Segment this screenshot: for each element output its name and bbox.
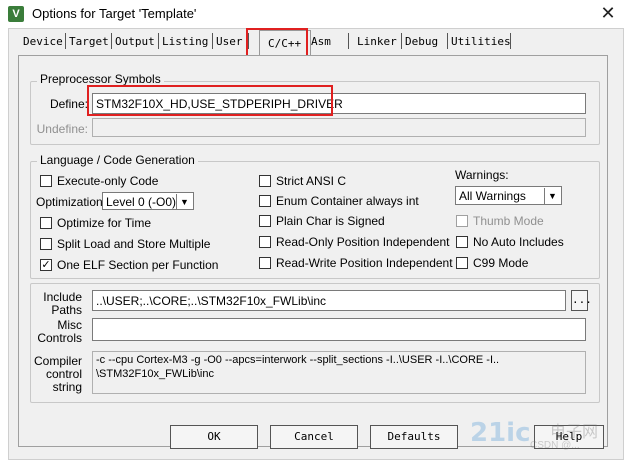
tab-target[interactable]: Target	[69, 35, 109, 48]
no-auto-includes-checkbox[interactable]	[456, 236, 468, 248]
split-load-label: Split Load and Store Multiple	[57, 237, 211, 251]
warnings-select[interactable]: All Warnings ▼	[455, 186, 562, 205]
keil-uvision-icon: V	[8, 6, 24, 22]
enum-container-label: Enum Container always int	[276, 194, 419, 208]
rw-pi-checkbox[interactable]	[259, 257, 271, 269]
tab-device[interactable]: Device	[23, 35, 63, 48]
watermark-text-1: 电子网	[550, 424, 599, 441]
window-title: Options for Target 'Template'	[32, 6, 197, 21]
checkmark-icon: ✓	[41, 259, 51, 271]
strict-ansi-checkbox[interactable]	[259, 175, 271, 187]
preprocessor-legend: Preprocessor Symbols	[37, 72, 164, 86]
plain-char-label: Plain Char is Signed	[276, 214, 385, 228]
language-legend: Language / Code Generation	[37, 153, 198, 167]
misc-label-line-1: Misc	[57, 318, 82, 332]
optimization-select[interactable]: Level 0 (-O0) ▼	[102, 192, 194, 210]
misc-label-line-2: Controls	[37, 331, 82, 345]
watermark-logo: 21ic	[470, 418, 531, 448]
c99-mode-label: C99 Mode	[473, 256, 529, 270]
misc-controls-input[interactable]	[92, 318, 586, 341]
plain-char-checkbox[interactable]	[259, 215, 271, 227]
split-load-checkbox[interactable]	[40, 238, 52, 250]
compiler-string-line-1: -c --cpu Cortex-M3 -g -O0 --apcs=interwo…	[96, 354, 500, 366]
thumb-mode-checkbox	[456, 215, 468, 227]
optimize-time-label: Optimize for Time	[57, 216, 152, 230]
cancel-button[interactable]: Cancel	[270, 425, 358, 449]
include-paths-value: ..\USER;..\CORE;..\STM32F10x_FWLib\inc	[96, 294, 327, 308]
tab-user[interactable]: User	[216, 35, 243, 48]
strict-ansi-label: Strict ANSI C	[276, 174, 347, 188]
chevron-down-icon: ▼	[544, 188, 560, 204]
define-highlight-box	[87, 85, 333, 116]
optimization-label: Optimization:	[36, 195, 107, 209]
no-auto-includes-label: No Auto Includes	[473, 235, 564, 249]
tab-listing[interactable]: Listing	[162, 35, 208, 48]
watermark-text-2: CSDN @...	[530, 440, 580, 451]
one-elf-label: One ELF Section per Function	[57, 258, 219, 272]
tab-linker[interactable]: Linker	[357, 35, 397, 48]
c99-mode-checkbox[interactable]	[456, 257, 468, 269]
undefine-label: Undefine:	[36, 122, 88, 136]
defaults-button[interactable]: Defaults	[370, 425, 458, 449]
include-label-line-2: Paths	[51, 303, 82, 317]
include-paths-input[interactable]: ..\USER;..\CORE;..\STM32F10x_FWLib\inc	[92, 290, 566, 311]
tab-asm[interactable]: Asm	[311, 35, 331, 48]
warnings-value: All Warnings	[459, 189, 526, 203]
ro-pi-checkbox[interactable]	[259, 236, 271, 248]
define-label: Define:	[49, 97, 88, 111]
compiler-label-line-3: string	[52, 380, 82, 394]
rw-pi-label: Read-Write Position Independent	[276, 256, 453, 270]
optimize-time-checkbox[interactable]	[40, 217, 52, 229]
optimization-value: Level 0 (-O0)	[106, 195, 177, 209]
tab-utilities[interactable]: Utilities	[451, 35, 511, 48]
close-icon[interactable]: ✕	[597, 2, 619, 24]
compiler-string-line-2: \STM32F10x_FWLib\inc	[96, 368, 214, 380]
tab-debug[interactable]: Debug	[405, 35, 438, 48]
compiler-label-line-2: control	[45, 367, 82, 381]
tab-output[interactable]: Output	[115, 35, 155, 48]
chevron-down-icon: ▼	[176, 194, 192, 210]
execute-only-label: Execute-only Code	[57, 174, 159, 188]
thumb-mode-label: Thumb Mode	[473, 214, 544, 228]
warnings-label: Warnings:	[455, 168, 509, 182]
enum-container-checkbox[interactable]	[259, 195, 271, 207]
compiler-label-line-1: Compiler	[33, 354, 82, 368]
include-label-line-1: Include	[43, 290, 82, 304]
ro-pi-label: Read-Only Position Independent	[276, 235, 450, 249]
watermark: 21ic 电子网 CSDN @...	[470, 418, 620, 458]
ok-button[interactable]: OK	[170, 425, 258, 449]
compiler-control-string: -c --cpu Cortex-M3 -g -O0 --apcs=interwo…	[92, 351, 586, 394]
execute-only-checkbox[interactable]	[40, 175, 52, 187]
one-elf-checkbox[interactable]: ✓	[40, 259, 52, 271]
include-browse-button[interactable]: ...	[571, 290, 592, 311]
undefine-input	[92, 118, 586, 137]
